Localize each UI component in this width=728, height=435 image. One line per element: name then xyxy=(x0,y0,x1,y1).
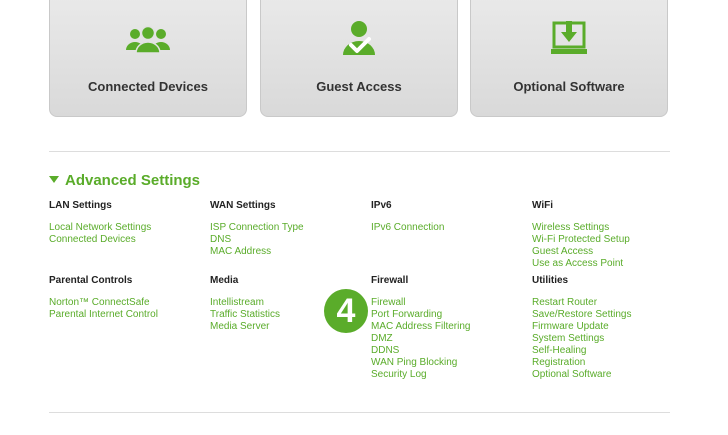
tile-label: Guest Access xyxy=(316,79,402,94)
tile-label: Optional Software xyxy=(513,79,625,94)
tile-guest-access[interactable]: Guest Access xyxy=(260,0,458,117)
group-title: Parental Controls xyxy=(49,275,133,286)
link-wan-ping-blocking[interactable]: WAN Ping Blocking xyxy=(371,357,470,369)
link-connected-devices[interactable]: Connected Devices xyxy=(49,234,151,246)
tile-label: Connected Devices xyxy=(88,79,208,94)
link-save-restore-settings[interactable]: Save/Restore Settings xyxy=(532,309,632,321)
group-title: Media xyxy=(210,275,239,286)
caret-down-icon xyxy=(49,175,59,183)
link-ipv6-connection[interactable]: IPv6 Connection xyxy=(371,222,444,234)
divider xyxy=(49,151,670,152)
link-isp-connection-type[interactable]: ISP Connection Type xyxy=(210,222,304,234)
step-number-badge: 4 xyxy=(324,289,368,333)
link-guest-access[interactable]: Guest Access xyxy=(532,246,630,258)
link-intellistream[interactable]: Intellistream xyxy=(210,297,280,309)
divider xyxy=(49,412,670,413)
user-check-icon xyxy=(337,19,381,64)
download-monitor-icon xyxy=(549,17,589,62)
group-title: WiFi xyxy=(532,200,554,211)
users-icon xyxy=(125,25,171,60)
group-ipv6: IPv6 IPv6 Connection xyxy=(371,200,444,234)
link-port-forwarding[interactable]: Port Forwarding xyxy=(371,309,470,321)
link-local-network-settings[interactable]: Local Network Settings xyxy=(49,222,151,234)
link-self-healing[interactable]: Self-Healing xyxy=(532,345,632,357)
link-firewall[interactable]: Firewall xyxy=(371,297,470,309)
link-security-log[interactable]: Security Log xyxy=(371,369,470,381)
group-wifi: WiFi Wireless Settings Wi-Fi Protected S… xyxy=(532,200,630,270)
group-parental-controls: Parental Controls Norton™ ConnectSafe Pa… xyxy=(49,275,158,321)
link-ddns[interactable]: DDNS xyxy=(371,345,470,357)
link-optional-software[interactable]: Optional Software xyxy=(532,369,632,381)
link-media-server[interactable]: Media Server xyxy=(210,321,280,333)
link-registration[interactable]: Registration xyxy=(532,357,632,369)
link-wireless-settings[interactable]: Wireless Settings xyxy=(532,222,630,234)
link-restart-router[interactable]: Restart Router xyxy=(532,297,632,309)
tile-connected-devices[interactable]: Connected Devices xyxy=(49,0,247,117)
group-media: Media Intellistream Traffic Statistics M… xyxy=(210,275,280,333)
group-utilities: Utilities Restart Router Save/Restore Se… xyxy=(532,275,632,381)
link-system-settings[interactable]: System Settings xyxy=(532,333,632,345)
link-mac-address-filtering[interactable]: MAC Address Filtering xyxy=(371,321,470,333)
group-wan-settings: WAN Settings ISP Connection Type DNS MAC… xyxy=(210,200,304,258)
group-title: Firewall xyxy=(371,275,409,286)
link-parental-internet-control[interactable]: Parental Internet Control xyxy=(49,309,158,321)
group-title: WAN Settings xyxy=(210,200,276,211)
advanced-settings-toggle[interactable]: Advanced Settings xyxy=(49,172,200,189)
group-lan-settings: LAN Settings Local Network Settings Conn… xyxy=(49,200,151,246)
link-dmz[interactable]: DMZ xyxy=(371,333,470,345)
group-title: Utilities xyxy=(532,275,569,286)
link-firmware-update[interactable]: Firmware Update xyxy=(532,321,632,333)
group-firewall: Firewall Firewall Port Forwarding MAC Ad… xyxy=(371,275,470,381)
advanced-settings-title: Advanced Settings xyxy=(65,172,201,189)
link-norton-connectsafe[interactable]: Norton™ ConnectSafe xyxy=(49,297,158,309)
link-use-as-access-point[interactable]: Use as Access Point xyxy=(532,258,630,270)
group-title: IPv6 xyxy=(371,200,392,211)
group-title: LAN Settings xyxy=(49,200,112,211)
link-wifi-protected-setup[interactable]: Wi-Fi Protected Setup xyxy=(532,234,630,246)
link-mac-address[interactable]: MAC Address xyxy=(210,246,304,258)
link-dns[interactable]: DNS xyxy=(210,234,304,246)
link-traffic-statistics[interactable]: Traffic Statistics xyxy=(210,309,280,321)
tile-optional-software[interactable]: Optional Software xyxy=(470,0,668,117)
